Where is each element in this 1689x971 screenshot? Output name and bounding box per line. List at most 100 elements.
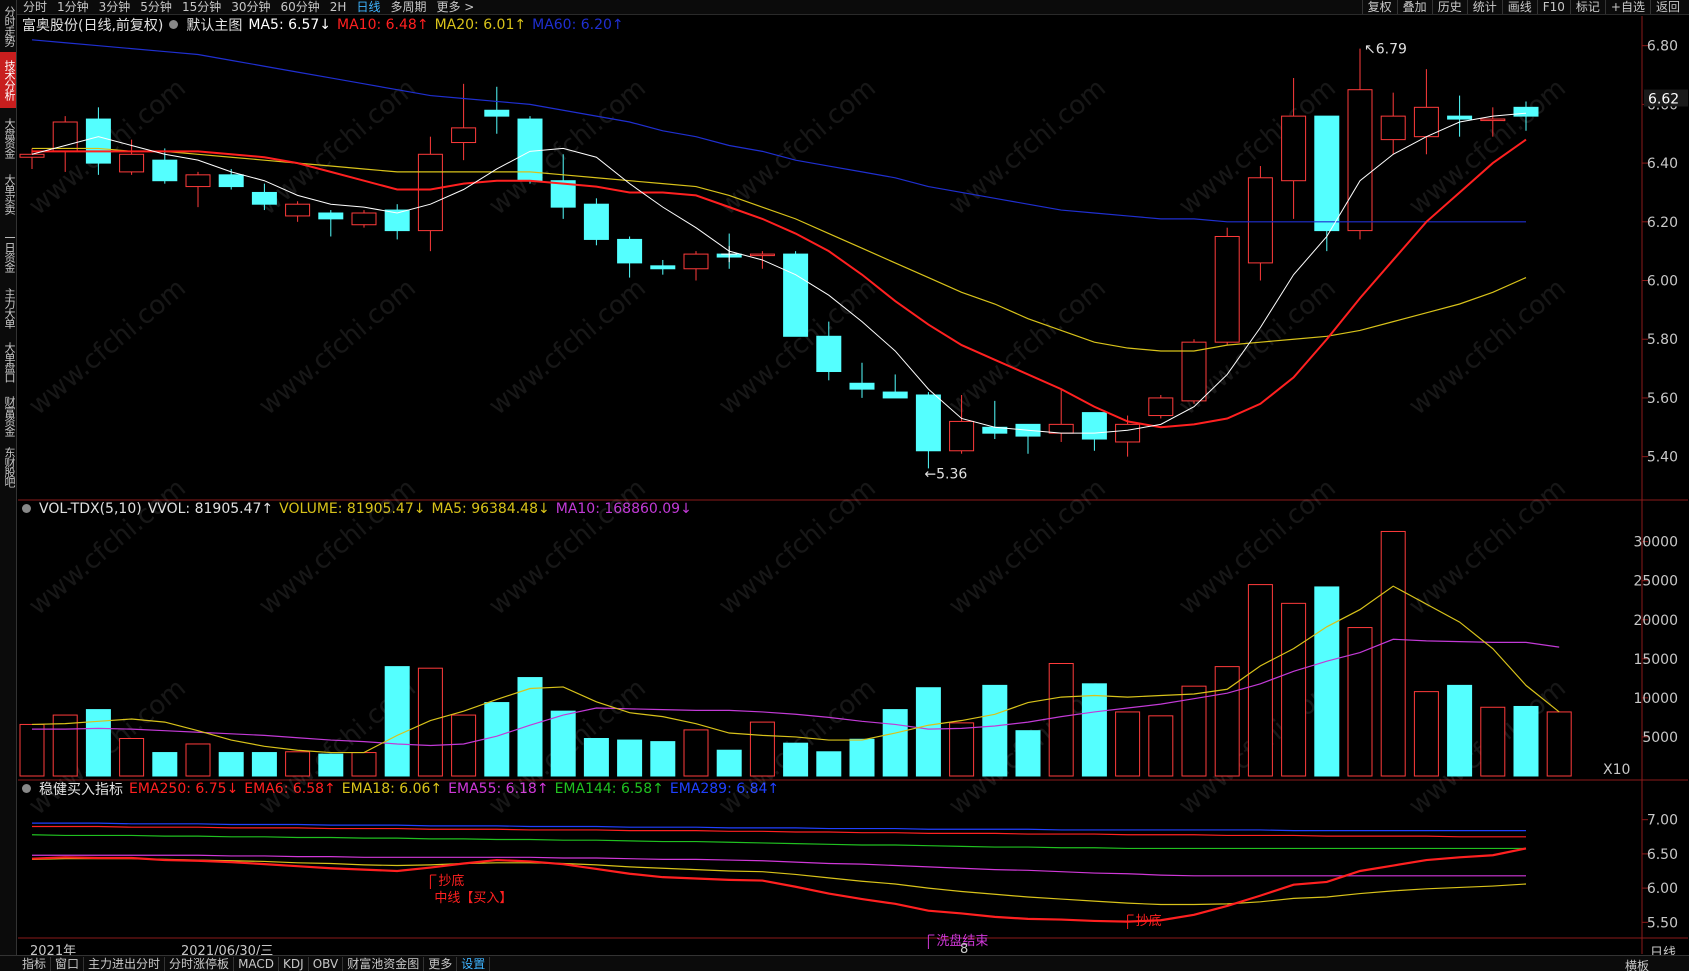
left-sidebar: 分时走势技术分析大盘资金 大单买卖一日资金 主力大单 大单盘口 财富资金 东财股吧 [0,0,17,971]
period-tab-9[interactable]: 多周期 [385,0,431,14]
volume-bar-7 [251,752,277,777]
volume-bar-29 [982,684,1008,777]
volume-bar-22 [749,721,775,777]
toolbar-tab-1[interactable]: 叠加 [1396,0,1432,14]
candle-body-9 [318,212,344,220]
toolbar-tab-4[interactable]: 画线 [1501,0,1537,14]
toolbar-tab-7[interactable]: +自选 [1604,0,1650,14]
left-tab-2[interactable]: 大盘资金 [0,110,16,166]
crosshair-icon [721,246,738,263]
vol-tick-label-4: 25000 [1633,574,1678,590]
watermark-6: www.cfchi.com [1403,73,1572,221]
volume-bar-43 [1447,684,1473,777]
candle-body-44 [1480,118,1506,122]
volume-bar-44 [1480,706,1506,777]
toolbar-tab-3[interactable]: 统计 [1466,0,1502,14]
candle-body-18 [617,238,643,264]
toolbar-tab-5[interactable]: F10 [1536,0,1570,14]
volume-bar-14 [484,702,510,777]
left-tab-7[interactable]: 财富资金 [0,388,16,444]
toolbar-tab-0[interactable]: 复权 [1361,0,1397,14]
candle-body-31 [1048,423,1074,434]
indicator-tab-9[interactable]: 设置 [457,957,491,971]
volume-bar-15 [517,677,543,777]
price-tick-label-2: 5.80 [1647,332,1678,348]
period-tab-4[interactable]: 15分钟 [177,0,226,14]
left-tab-0[interactable]: 分时走势 [0,2,16,50]
vol-tick-label-3: 20000 [1633,613,1678,629]
volume-bar-38 [1281,602,1307,777]
candle-body-38 [1281,115,1307,182]
period-tab-10[interactable]: 更多 > [431,0,479,14]
candle-body-12 [417,153,443,232]
left-tab-8[interactable]: 东财股吧 [0,442,16,492]
toolbar-tab-6[interactable]: 标记 [1569,0,1605,14]
left-tab-4[interactable]: 一日资金 [0,224,16,280]
volume-bar-13 [451,714,477,777]
volume-bar-0 [19,723,45,777]
left-tab-5[interactable]: 主力大单 [0,280,16,336]
period-tab-6[interactable]: 60分钟 [276,0,325,14]
bottom-indicator-bar: 指标 窗口 主力进出分时 分时涨停板 MACD KDJ OBV 财富池资金图 更多 设置 横板 [0,955,1689,971]
candle-body-8 [285,203,311,217]
watermark-7: www.cfchi.com [23,273,192,421]
period-tab-0[interactable]: 分时 [18,0,52,14]
period-tab-1[interactable]: 1分钟 [52,0,94,14]
indicator-tab-7[interactable]: 财富池资金图 [343,957,425,971]
current-price-label: 6.62 [1648,92,1679,108]
watermark-1: www.cfchi.com [253,73,422,221]
vol-tick-label-0: 5000 [1642,730,1678,746]
candle-body-42 [1413,106,1439,138]
volume-bar-27 [915,687,941,777]
candle-body-20 [683,253,709,270]
volume-bar-34 [1148,715,1174,777]
indicator-tab-5[interactable]: KDJ [279,957,309,971]
watermark-17: www.cfchi.com [713,473,882,621]
volume-bar-18 [617,739,643,777]
volume-bar-23 [783,742,809,777]
ind-tick-label-3: 7.00 [1647,813,1678,829]
left-tab-6[interactable]: 大单盘口 [0,334,16,390]
period-tab-8[interactable]: 日线 [351,0,385,14]
ind-tick-label-0: 5.50 [1647,915,1678,931]
volume-bar-16 [550,710,576,777]
candle-body-14 [484,109,510,117]
ema289-line [32,822,1526,832]
layout-toggle[interactable]: 横板 [1625,957,1649,971]
period-tab-3[interactable]: 5分钟 [135,0,177,14]
indicator-tab-2[interactable]: 主力进出分时 [84,957,166,971]
stock-chart[interactable]: www.cfchi.com www.cfchi.com www.cfchi.com w… [18,16,1688,954]
annotation-marker-2 [927,934,935,949]
indicator-tab-3[interactable]: 分时涨停板 [165,957,235,971]
indicator-tab-6[interactable]: OBV [309,957,344,971]
candle-body-4 [152,159,178,182]
volume-bar-19 [650,741,676,777]
period-tab-7[interactable]: 2H [325,0,352,14]
period-tab-2[interactable]: 3分钟 [94,0,136,14]
volume-bar-39 [1314,586,1340,777]
candle-body-33 [1115,423,1141,443]
left-tab-1[interactable]: 技术分析 [0,52,16,108]
candle-body-36 [1214,235,1240,343]
indicator-tab-1[interactable]: 窗口 [51,957,85,971]
vol-tick-label-1: 10000 [1633,691,1678,707]
price-tick-label-4: 6.20 [1647,215,1678,231]
left-tab-3[interactable]: 大单买卖 [0,166,16,222]
volume-bar-45 [1513,705,1539,777]
toolbar-tab-8[interactable]: 返回 [1649,0,1685,14]
watermark-16: www.cfchi.com [483,473,652,621]
candle-body-24 [816,335,842,373]
indicator-tab-8[interactable]: 更多 [424,957,458,971]
volume-bar-25 [849,738,875,777]
toolbar-right: 复权 叠加 历史 统计 画线 F10 标记 +自选 返回 [1361,0,1685,14]
indicator-tab-4[interactable]: MACD [234,957,280,971]
volume-bar-33 [1115,711,1141,777]
volume-bar-32 [1081,683,1107,777]
candle-body-34 [1148,397,1174,417]
toolbar-tab-2[interactable]: 历史 [1431,0,1467,14]
volume-bar-3 [119,738,145,777]
indicator-tab-0[interactable]: 指标 [18,957,52,971]
candle-body-7 [251,191,277,205]
candle-body-41 [1380,115,1406,141]
period-tab-5[interactable]: 30分钟 [226,0,275,14]
